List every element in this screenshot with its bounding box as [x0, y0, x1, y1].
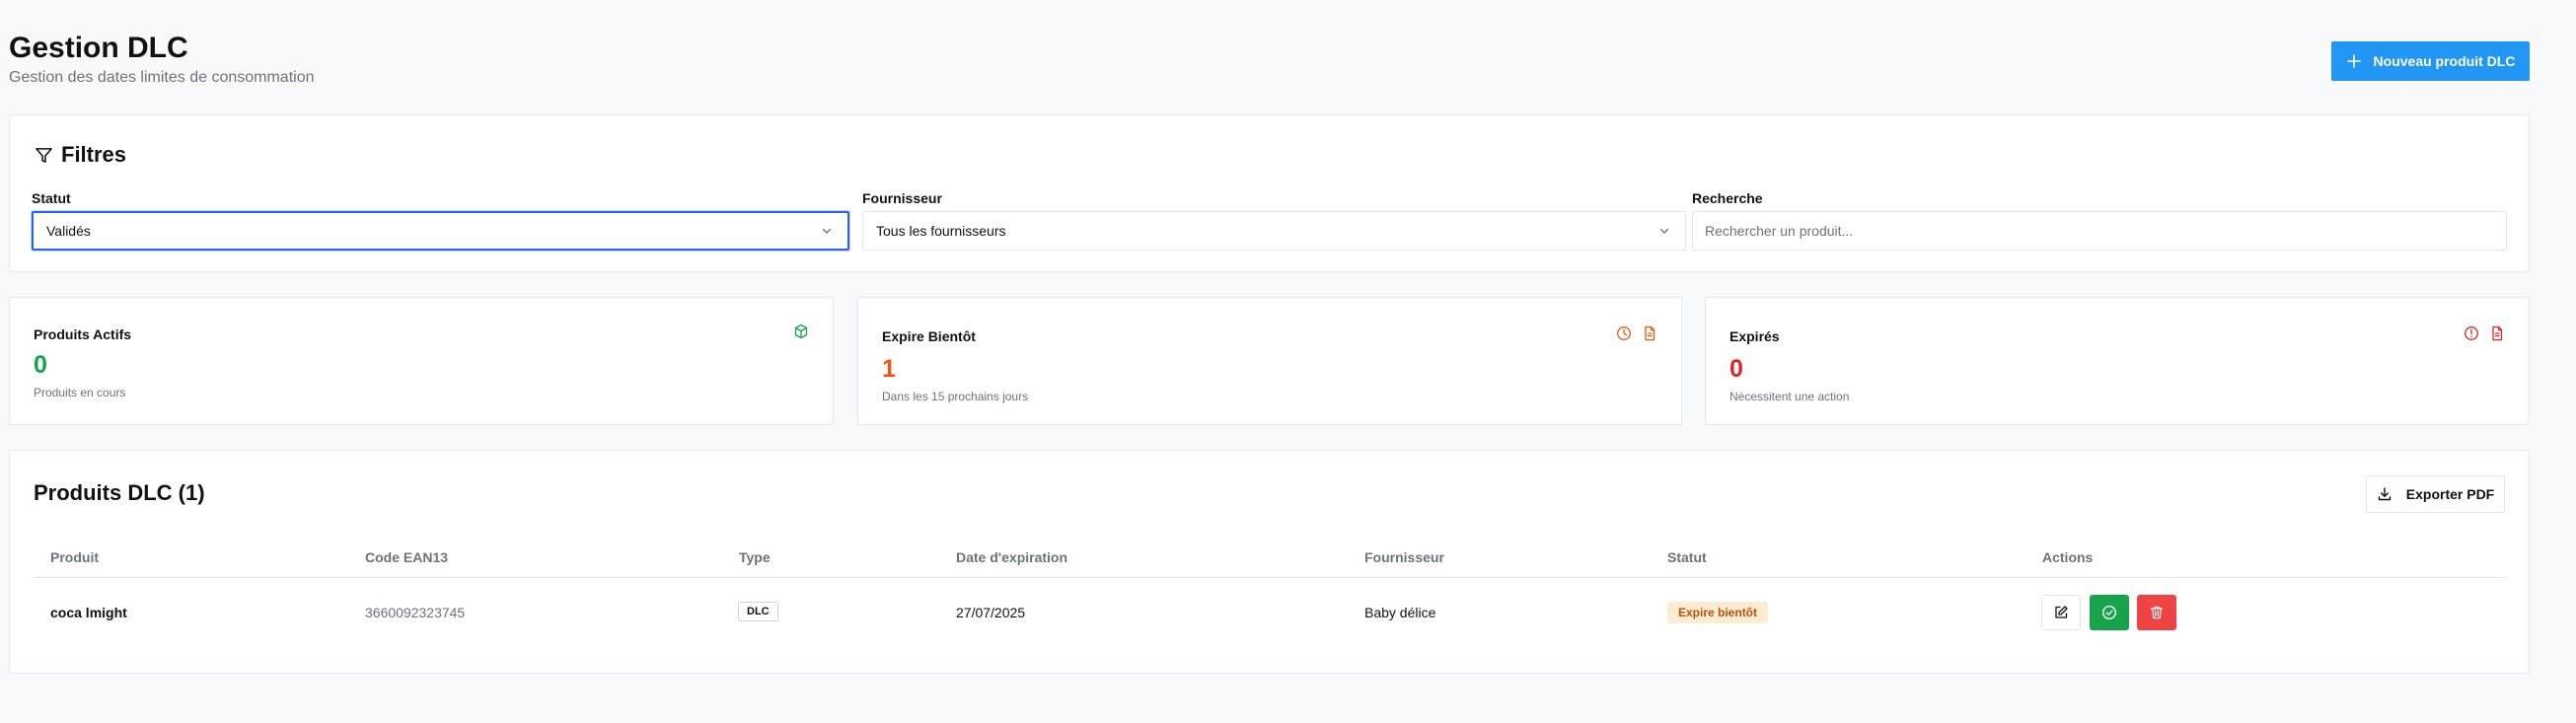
stat-description: Nécessitent une action — [1730, 390, 1850, 403]
stat-card-expiring-soon: Expire Bientôt 1 Dans les 15 prochains j… — [857, 297, 1682, 425]
trash-icon — [2150, 606, 2164, 619]
status-filter-label: Statut — [32, 190, 71, 206]
column-header-type: Type — [739, 549, 771, 565]
supplier-name: Baby délice — [1364, 605, 1436, 620]
stat-card-expired: Expirés 0 Nécessitent une action — [1705, 297, 2530, 425]
stat-card-active: Produits Actifs 0 Produits en cours — [9, 297, 834, 425]
delete-button[interactable] — [2137, 595, 2176, 630]
table-title: Produits DLC (1) — [34, 480, 205, 505]
alert-circle-icon — [2465, 326, 2478, 340]
status-filter-group: Statut Validés — [32, 190, 849, 251]
edit-button[interactable] — [2041, 595, 2081, 630]
column-header-status: Statut — [1667, 549, 1707, 565]
stat-value: 0 — [34, 351, 47, 379]
column-header-product: Produit — [50, 549, 99, 565]
stat-title: Expirés — [1730, 328, 1780, 344]
file-icon — [1645, 325, 1656, 341]
export-pdf-label: Exporter PDF — [2405, 486, 2495, 502]
package-icon — [794, 324, 808, 339]
supplier-select-value: Tous les fournisseurs — [876, 223, 1006, 239]
new-product-button[interactable]: Nouveau produit DLC — [2331, 41, 2530, 81]
page-subtitle: Gestion des dates limites de consommatio… — [9, 69, 315, 86]
products-table-card: Produits DLC (1) Exporter PDF Produit Co… — [9, 450, 2530, 674]
filters-title: Filtres — [61, 142, 127, 167]
export-pdf-button[interactable]: Exporter PDF — [2366, 475, 2505, 513]
filters-heading: Filtres — [35, 142, 126, 168]
column-header-expiration: Date d'expiration — [956, 549, 1068, 565]
edit-icon — [2055, 606, 2068, 618]
status-select-value: Validés — [46, 223, 91, 239]
column-header-actions: Actions — [2042, 549, 2094, 565]
status-select[interactable]: Validés — [32, 211, 849, 251]
file-icon — [2492, 325, 2503, 341]
table-row: coca lmight 3660092323745 DLC 27/07/2025… — [34, 579, 2507, 648]
search-label: Recherche — [1692, 190, 1763, 206]
stat-value: 1 — [882, 355, 896, 383]
search-filter-group: Recherche — [1692, 190, 2507, 251]
expiration-date: 27/07/2025 — [956, 605, 1026, 620]
download-icon — [2378, 487, 2391, 501]
search-input[interactable] — [1692, 211, 2507, 251]
stat-description: Dans les 15 prochains jours — [882, 390, 1029, 403]
chevron-down-icon — [1659, 228, 1669, 234]
stat-value: 0 — [1730, 355, 1743, 383]
stat-title: Produits Actifs — [34, 326, 132, 342]
stat-description: Produits en cours — [34, 386, 126, 399]
page-header: Gestion DLC Gestion des dates limites de… — [9, 30, 314, 87]
stat-title: Expire Bientôt — [882, 328, 976, 344]
check-circle-icon — [2101, 605, 2117, 620]
column-header-ean: Code EAN13 — [365, 549, 449, 565]
ean-code: 3660092323745 — [365, 605, 466, 620]
page-title: Gestion DLC — [9, 32, 188, 64]
clock-icon — [1617, 326, 1631, 340]
plus-icon — [2346, 54, 2361, 68]
type-badge: DLC — [738, 602, 778, 621]
filters-card: Filtres Statut Validés Fournisseur Tous … — [9, 114, 2530, 272]
table-header: Produit Code EAN13 Type Date d'expiratio… — [34, 537, 2507, 578]
column-header-supplier: Fournisseur — [1364, 549, 1444, 565]
status-badge: Expire bientôt — [1667, 602, 1769, 623]
filter-icon — [36, 147, 52, 163]
new-product-button-label: Nouveau produit DLC — [2373, 53, 2516, 69]
supplier-filter-group: Fournisseur Tous les fournisseurs — [862, 190, 1686, 251]
product-name: coca lmight — [50, 605, 127, 620]
validate-button[interactable] — [2090, 595, 2129, 630]
supplier-filter-label: Fournisseur — [862, 190, 942, 206]
supplier-select[interactable]: Tous les fournisseurs — [862, 211, 1686, 251]
chevron-down-icon — [822, 228, 832, 234]
